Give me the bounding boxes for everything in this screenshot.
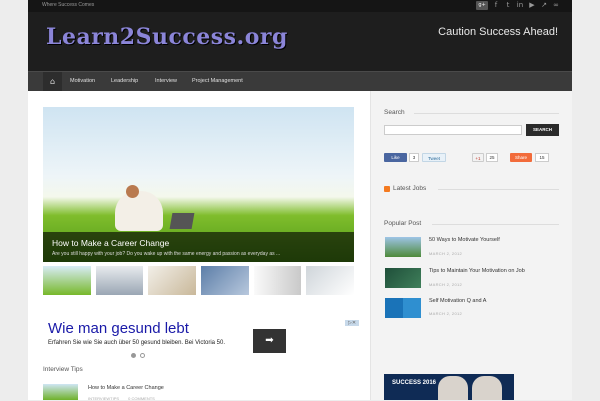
search-input[interactable] — [384, 125, 522, 135]
search-title: Search — [384, 109, 405, 116]
popular-post-link[interactable]: 50 Ways to Motivate Yourself — [429, 237, 500, 243]
popular-post-title: Popular Post — [384, 220, 422, 227]
slider-thumb[interactable] — [306, 266, 355, 295]
popular-post-date: MARCH 2, 2012 — [429, 251, 463, 256]
nav-item-project-management[interactable]: Project Management — [192, 72, 243, 91]
popular-post-date: MARCH 2, 2012 — [429, 311, 463, 316]
pagination-dot[interactable] — [140, 353, 145, 358]
tweet-button[interactable]: Tweet — [422, 153, 446, 162]
interview-thumb[interactable] — [43, 384, 78, 400]
share-bar: Like 3 Tweet +1 25 Share 15 — [384, 153, 559, 163]
divider — [414, 113, 559, 114]
slider-thumb[interactable] — [43, 266, 91, 295]
google-plus-button[interactable]: +1 — [472, 153, 484, 162]
slider-person-figure — [115, 191, 163, 231]
main-nav: ⌂ Motivation Leadership Interview Projec… — [28, 71, 572, 91]
slider-thumb[interactable] — [201, 266, 249, 295]
nav-item-interview[interactable]: Interview — [155, 72, 177, 91]
facebook-like-button[interactable]: Like — [384, 153, 407, 162]
slider-excerpt: Are you still happy with your job? Do yo… — [52, 251, 281, 257]
ad-title[interactable]: Wie man gesund lebt — [48, 320, 189, 337]
slider-person-head — [126, 185, 139, 198]
ad-close-icon[interactable]: ▷✕ — [345, 320, 359, 326]
latest-jobs-link[interactable]: Latest Jobs — [393, 185, 426, 192]
popular-post-thumb[interactable] — [385, 298, 421, 318]
social-links: g+ f t in ▶ ↗ ∞ — [476, 1, 560, 10]
nav-item-leadership[interactable]: Leadership — [111, 72, 138, 91]
divider — [432, 224, 559, 225]
interview-post-link[interactable]: How to Make a Career Change — [88, 385, 164, 391]
search-button[interactable]: SEARCH — [526, 124, 559, 136]
popular-post-link[interactable]: Self Motivation Q and A — [429, 298, 486, 304]
divider — [438, 189, 559, 190]
nav-item-motivation[interactable]: Motivation — [70, 72, 95, 91]
gplus-label: +1 — [475, 156, 481, 161]
popular-post-link[interactable]: Tips to Maintain Your Motivation on Job — [429, 268, 525, 274]
external-link-icon[interactable]: ↗ — [540, 1, 548, 10]
slider-title[interactable]: How to Make a Career Change — [52, 238, 169, 248]
ad-portrait — [438, 376, 468, 400]
popular-post-thumb[interactable] — [385, 237, 421, 257]
stumbleupon-icon[interactable]: ∞ — [552, 1, 560, 10]
ad-arrow-icon[interactable]: ➡ — [253, 329, 286, 353]
like-count: 3 — [409, 153, 419, 162]
ad-banner[interactable]: Wie man gesund lebt Erfahren Sie wie Sie… — [43, 320, 359, 360]
slider-thumb[interactable] — [148, 266, 197, 295]
slider-thumbnails — [43, 266, 355, 295]
ad-pagination — [131, 353, 145, 358]
slider-laptop — [169, 213, 195, 229]
twitter-icon[interactable]: t — [504, 1, 512, 10]
slider-thumb[interactable] — [95, 266, 144, 295]
share-count: 15 — [535, 153, 549, 162]
slider-caption[interactable]: How to Make a Career Change Are you stil… — [43, 232, 354, 262]
popular-post-date: MARCH 2, 2012 — [429, 282, 463, 287]
header-slogan: Caution Success Ahead! — [438, 26, 558, 38]
home-icon[interactable]: ⌂ — [43, 72, 62, 91]
sidebar-ad-text: SUCCESS 2016 — [392, 380, 437, 386]
sidebar-ad-image — [438, 376, 508, 400]
youtube-icon[interactable]: ▶ — [528, 1, 536, 10]
pagination-dot[interactable] — [131, 353, 136, 358]
post-comments[interactable]: 0 COMMENTS — [128, 396, 155, 401]
interview-section-title: Interview Tips — [43, 366, 83, 373]
gplus-count: 25 — [486, 153, 498, 162]
linkedin-icon[interactable]: in — [516, 1, 524, 10]
post-author[interactable]: INTERVIEWTIPS — [88, 396, 119, 401]
top-bar: Where Success Comes g+ f t in ▶ ↗ ∞ — [28, 0, 572, 12]
share-button[interactable]: Share — [510, 153, 532, 162]
interview-post-meta: INTERVIEWTIPS 0 COMMENTS — [88, 396, 155, 401]
rss-icon[interactable] — [384, 186, 390, 192]
tweet-label: Tweet — [427, 156, 440, 161]
site-logo[interactable]: Learn2Success.org — [46, 24, 288, 50]
popular-post-thumb[interactable] — [385, 268, 421, 288]
facebook-icon[interactable]: f — [492, 1, 500, 10]
ad-portrait — [472, 376, 502, 400]
site-tagline: Where Success Comes — [42, 2, 95, 8]
share-label: Share — [514, 155, 527, 160]
google-plus-icon[interactable]: g+ — [476, 1, 488, 10]
slider-thumb[interactable] — [253, 266, 302, 295]
like-label: Like — [391, 155, 400, 160]
ad-text: Erfahren Sie wie Sie auch über 50 gesund… — [48, 340, 226, 346]
site-header: Learn2Success.org Caution Success Ahead! — [28, 12, 572, 71]
